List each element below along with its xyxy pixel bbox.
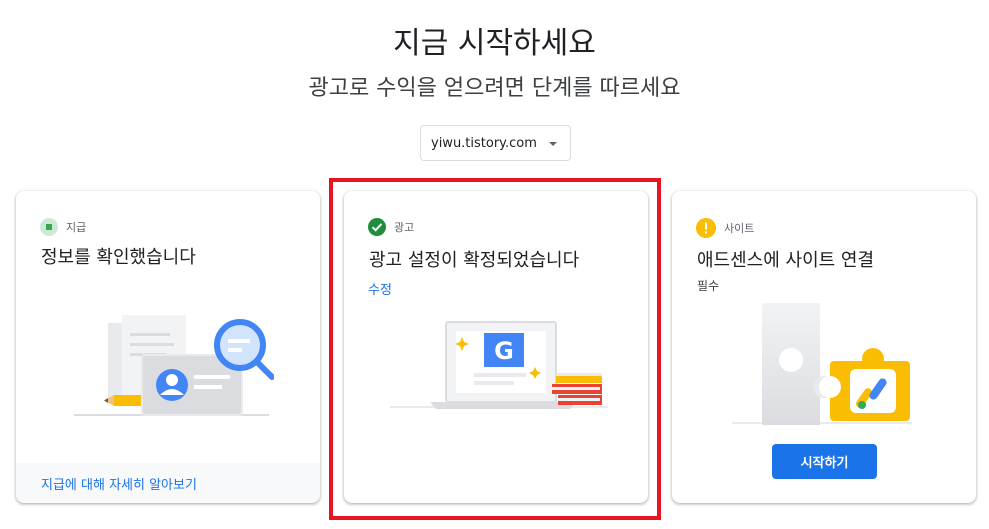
site-step-label: 사이트 — [696, 218, 754, 238]
ads-illustration: G — [390, 317, 610, 412]
site-card-title: 애드센스에 사이트 연결 — [697, 250, 875, 271]
page-title: 지금 시작하세요 — [393, 26, 596, 61]
page-subtitle: 광고로 수익을 얻으려면 단계를 따르세요 — [308, 76, 681, 101]
site-step-text: 사이트 — [724, 222, 755, 235]
site-card: 사이트 애드센스에 사이트 연결 필수 시작하기 — [672, 191, 976, 503]
check-square-icon — [40, 218, 58, 236]
site-required-label: 필수 — [697, 279, 720, 293]
ads-step-text: 광고 — [394, 221, 415, 234]
caret-down-icon — [549, 142, 557, 146]
payments-learn-more-link[interactable]: 지급에 대해 자세히 알아보기 — [41, 474, 197, 493]
svg-text:G: G — [494, 337, 514, 365]
payments-step-label: 지급 — [40, 218, 86, 236]
start-button[interactable]: 시작하기 — [772, 444, 877, 479]
site-select-value: yiwu.tistory.com — [431, 135, 537, 151]
payments-card: 지급 정보를 확인했습니다 지급에 대해 자세히 알아보기 — [16, 191, 320, 503]
payments-card-title: 정보를 확인했습니다 — [41, 247, 196, 268]
warning-icon — [696, 218, 716, 238]
site-illustration — [722, 303, 922, 427]
site-select[interactable]: yiwu.tistory.com — [420, 125, 571, 161]
payments-step-text: 지급 — [66, 221, 87, 234]
ads-edit-link[interactable]: 수정 — [368, 279, 392, 298]
ads-step-label: 광고 — [368, 218, 414, 236]
ads-card: 광고 광고 설정이 확정되었습니다 수정 G — [344, 191, 648, 503]
payments-illustration — [64, 303, 274, 423]
payments-learn-more-bar: 지급에 대해 자세히 알아보기 — [16, 463, 320, 503]
ads-card-title: 광고 설정이 확정되었습니다 — [369, 250, 580, 271]
check-circle-icon — [368, 218, 386, 236]
